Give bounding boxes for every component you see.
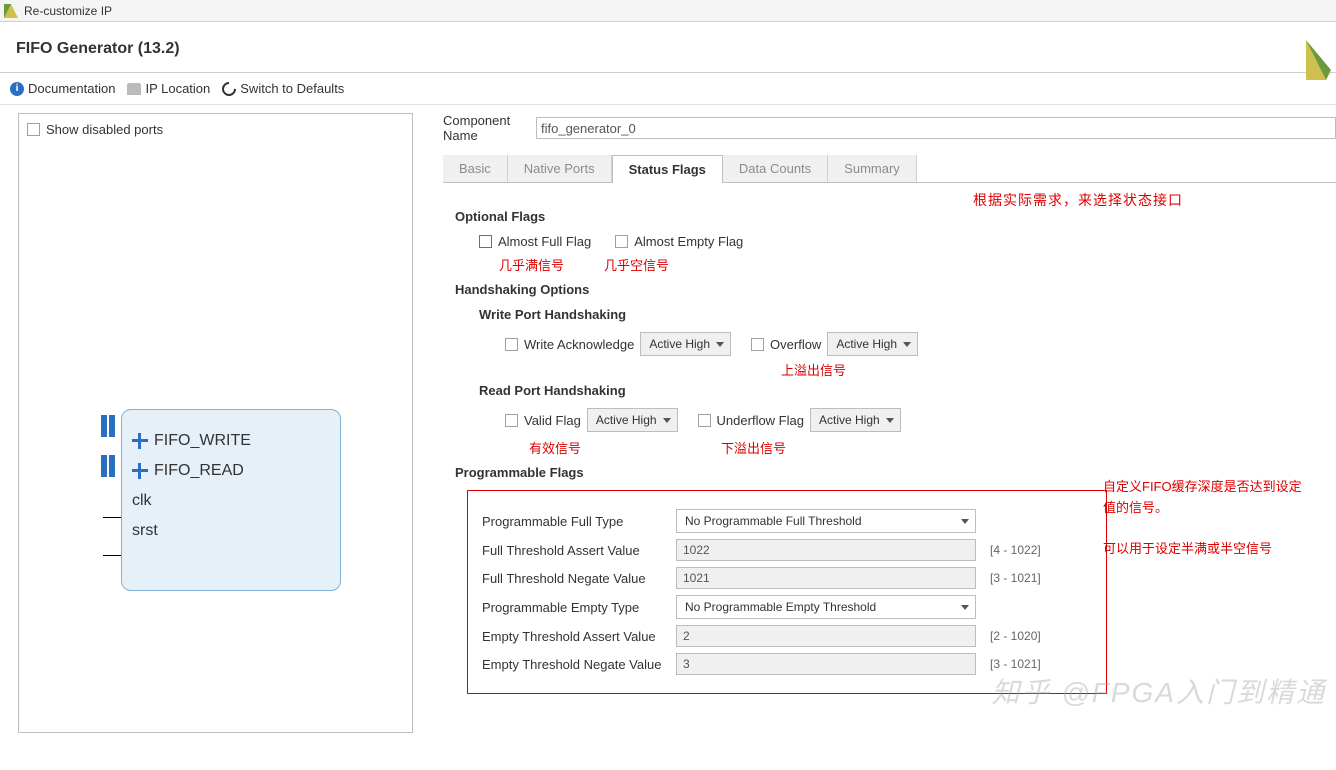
valid-select[interactable]: Active High [587,408,678,432]
read-port-title: Read Port Handshaking [479,383,1324,398]
empty-negate-input[interactable] [676,653,976,675]
empty-assert-range: [2 - 1020] [990,629,1041,643]
right-panel: Component Name Basic Native Ports Status… [413,105,1336,741]
empty-negate-label: Empty Threshold Negate Value [482,657,662,672]
prog-empty-type-label: Programmable Empty Type [482,600,662,615]
component-name-label: Component Name [443,113,528,143]
annotation-top: 根据实际需求，来选择状态接口 [973,190,1183,210]
port-fifo-write: FIFO_WRITE [154,432,251,450]
almost-empty-checkbox[interactable] [615,235,628,248]
full-negate-range: [3 - 1021] [990,571,1041,585]
chevron-down-icon [663,418,671,423]
underflow-select[interactable]: Active High [810,408,901,432]
chevron-down-icon [961,605,969,610]
overflow-select[interactable]: Active High [827,332,918,356]
port-fifo-read: FIFO_READ [154,462,244,480]
documentation-label: Documentation [28,81,115,96]
optional-flags-title: Optional Flags [455,209,1324,224]
component-name-input[interactable] [536,117,1336,139]
prog-full-type-select[interactable]: No Programmable Full Threshold [676,509,976,533]
prog-full-type-label: Programmable Full Type [482,514,662,529]
chevron-down-icon [886,418,894,423]
app-icon [4,4,18,18]
tab-status-flags[interactable]: Status Flags [612,155,723,183]
write-ack-label: Write Acknowledge [524,337,634,352]
annotation-overflow: 上溢出信号 [781,363,846,378]
full-assert-label: Full Threshold Assert Value [482,543,662,558]
underflow-label: Underflow Flag [717,413,804,428]
chevron-down-icon [961,519,969,524]
empty-negate-range: [3 - 1021] [990,657,1041,671]
info-icon: i [10,82,24,96]
write-ack-select[interactable]: Active High [640,332,731,356]
expand-icon[interactable] [132,433,148,449]
handshaking-title: Handshaking Options [455,282,1324,297]
ip-location-label: IP Location [145,81,210,96]
annotation-almost-full: 几乎满信号 [499,255,564,274]
valid-flag-checkbox[interactable] [505,414,518,427]
almost-full-checkbox[interactable] [479,235,492,248]
full-assert-range: [4 - 1022] [990,543,1041,557]
overflow-label: Overflow [770,337,821,352]
block-diagram: FIFO_WRITE FIFO_READ clk srst [25,409,406,609]
chevron-down-icon [903,342,911,347]
window-title: Re-customize IP [24,4,112,18]
port-clk: clk [132,492,152,510]
overflow-checkbox[interactable] [751,338,764,351]
tab-summary[interactable]: Summary [828,155,917,182]
chevron-down-icon [716,342,724,347]
show-disabled-checkbox[interactable] [27,123,40,136]
annotation-almost-empty: 几乎空信号 [604,255,669,274]
refresh-icon [219,79,239,99]
full-negate-input[interactable] [676,567,976,589]
tabs: Basic Native Ports Status Flags Data Cou… [443,155,1336,183]
expand-icon[interactable] [132,463,148,479]
full-negate-label: Full Threshold Negate Value [482,571,662,586]
write-port-title: Write Port Handshaking [479,307,1324,322]
annotation-valid: 有效信号 [529,438,581,457]
tab-data-counts[interactable]: Data Counts [723,155,828,182]
valid-flag-label: Valid Flag [524,413,581,428]
folder-icon [127,83,141,95]
switch-defaults-label: Switch to Defaults [240,81,344,96]
annotation-side: 自定义FIFO缓存深度是否达到设定值的信号。 可以用于设定半满或半空信号 [1103,477,1303,560]
tab-native-ports[interactable]: Native Ports [508,155,612,182]
port-srst: srst [132,522,158,540]
annotation-underflow: 下溢出信号 [721,438,786,457]
prog-empty-type-select[interactable]: No Programmable Empty Threshold [676,595,976,619]
almost-full-label: Almost Full Flag [498,234,591,249]
header: FIFO Generator (13.2) [0,22,1336,73]
show-disabled-label: Show disabled ports [46,122,163,137]
empty-assert-label: Empty Threshold Assert Value [482,629,662,644]
titlebar: Re-customize IP [0,0,1336,22]
ip-location-link[interactable]: IP Location [127,81,210,96]
tab-basic[interactable]: Basic [443,155,508,182]
ip-block[interactable]: FIFO_WRITE FIFO_READ clk srst [121,409,341,591]
page-title: FIFO Generator (13.2) [16,40,1326,58]
write-ack-checkbox[interactable] [505,338,518,351]
empty-assert-input[interactable] [676,625,976,647]
underflow-checkbox[interactable] [698,414,711,427]
full-assert-input[interactable] [676,539,976,561]
documentation-link[interactable]: i Documentation [10,81,115,96]
switch-defaults-link[interactable]: Switch to Defaults [222,81,344,96]
toolbar: i Documentation IP Location Switch to De… [0,73,1336,105]
vivado-logo [1306,30,1336,80]
programmable-box: Programmable Full Type No Programmable F… [467,490,1107,694]
left-panel: Show disabled ports FIFO_WRITE FIFO_READ… [18,113,413,733]
almost-empty-label: Almost Empty Flag [634,234,743,249]
